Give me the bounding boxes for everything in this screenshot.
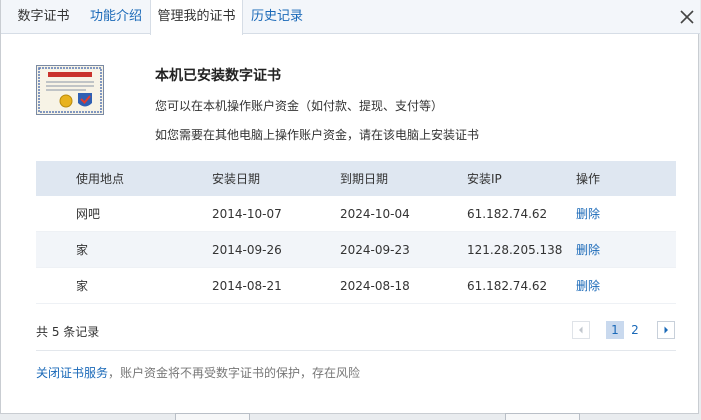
- cell-install-ip: 61.182.74.62: [467, 267, 576, 304]
- cell-install-date: 2014-10-07: [212, 196, 340, 232]
- description-line-1: 您可以在本机操作账户资金（如付款、提现、支付等）: [155, 99, 444, 113]
- cell-install-ip: 121.28.205.138: [467, 231, 576, 268]
- certificate-dialog: 数字证书 功能介绍 管理我的证书 历史记录 本机已安装数字证书 您可以在本机操作…: [0, 0, 700, 414]
- column-header-install-ip: 安装IP: [467, 161, 576, 196]
- cell-action: 删除: [576, 231, 676, 268]
- tab-bar: 数字证书 功能介绍 管理我的证书 历史记录: [1, 0, 700, 35]
- cell-location: 网吧: [36, 196, 212, 232]
- cell-location: 家: [36, 267, 212, 304]
- column-header-expire-date: 到期日期: [340, 161, 467, 196]
- delete-link[interactable]: 删除: [576, 243, 600, 257]
- table-row: 网吧 2014-10-07 2024-10-04 61.182.74.62 删除: [36, 196, 676, 232]
- table-header-row: 使用地点 安装日期 到期日期 安装IP 操作: [36, 161, 676, 196]
- risk-notice: 关闭证书服务，账户资金将不再受数字证书的保护，存在风险: [36, 364, 360, 381]
- tab-manage-certificates[interactable]: 管理我的证书: [150, 0, 243, 35]
- delete-link[interactable]: 删除: [576, 279, 600, 293]
- cell-expire-date: 2024-10-04: [340, 196, 467, 232]
- record-count: 共 5 条记录: [36, 325, 100, 339]
- cell-install-date: 2014-08-21: [212, 267, 340, 304]
- table-row: 家 2014-08-21 2024-08-18 61.182.74.62 删除: [36, 267, 676, 304]
- page-number-2[interactable]: 2: [626, 321, 644, 339]
- cell-location: 家: [36, 231, 212, 268]
- description-line-2: 如您需要在其他电脑上操作账户资金，请在该电脑上安装证书: [155, 128, 480, 142]
- next-page-icon[interactable]: [657, 321, 675, 339]
- prev-page-icon[interactable]: [572, 321, 590, 339]
- cell-install-ip: 61.182.74.62: [467, 196, 576, 232]
- divider: [36, 350, 676, 351]
- cell-install-date: 2014-09-26: [212, 231, 340, 268]
- background-button-edge: [505, 413, 580, 420]
- certificate-image: [36, 65, 104, 115]
- background-button-edge: [175, 413, 250, 420]
- cell-action: 删除: [576, 196, 676, 232]
- column-header-action: 操作: [576, 161, 676, 196]
- tab-history[interactable]: 历史记录: [244, 0, 310, 34]
- cell-expire-date: 2024-08-18: [340, 267, 467, 304]
- close-icon[interactable]: [678, 8, 696, 26]
- tab-feature-intro[interactable]: 功能介绍: [81, 0, 151, 34]
- certificate-table: 使用地点 安装日期 到期日期 安装IP 操作 网吧 2014-10-07 202…: [36, 161, 676, 304]
- close-certificate-service-link[interactable]: 关闭证书服务: [36, 366, 108, 380]
- column-header-install-date: 安装日期: [212, 161, 340, 196]
- page-number-1[interactable]: 1: [606, 321, 624, 339]
- table-row: 家 2014-09-26 2024-09-23 121.28.205.138 删…: [36, 231, 676, 268]
- page-title: 本机已安装数字证书: [155, 68, 281, 84]
- cell-action: 删除: [576, 267, 676, 304]
- delete-link[interactable]: 删除: [576, 207, 600, 221]
- column-header-location: 使用地点: [36, 161, 212, 196]
- cell-expire-date: 2024-09-23: [340, 231, 467, 268]
- tab-digital-certificate[interactable]: 数字证书: [7, 0, 80, 34]
- risk-notice-text: ，账户资金将不再受数字证书的保护，存在风险: [108, 366, 361, 380]
